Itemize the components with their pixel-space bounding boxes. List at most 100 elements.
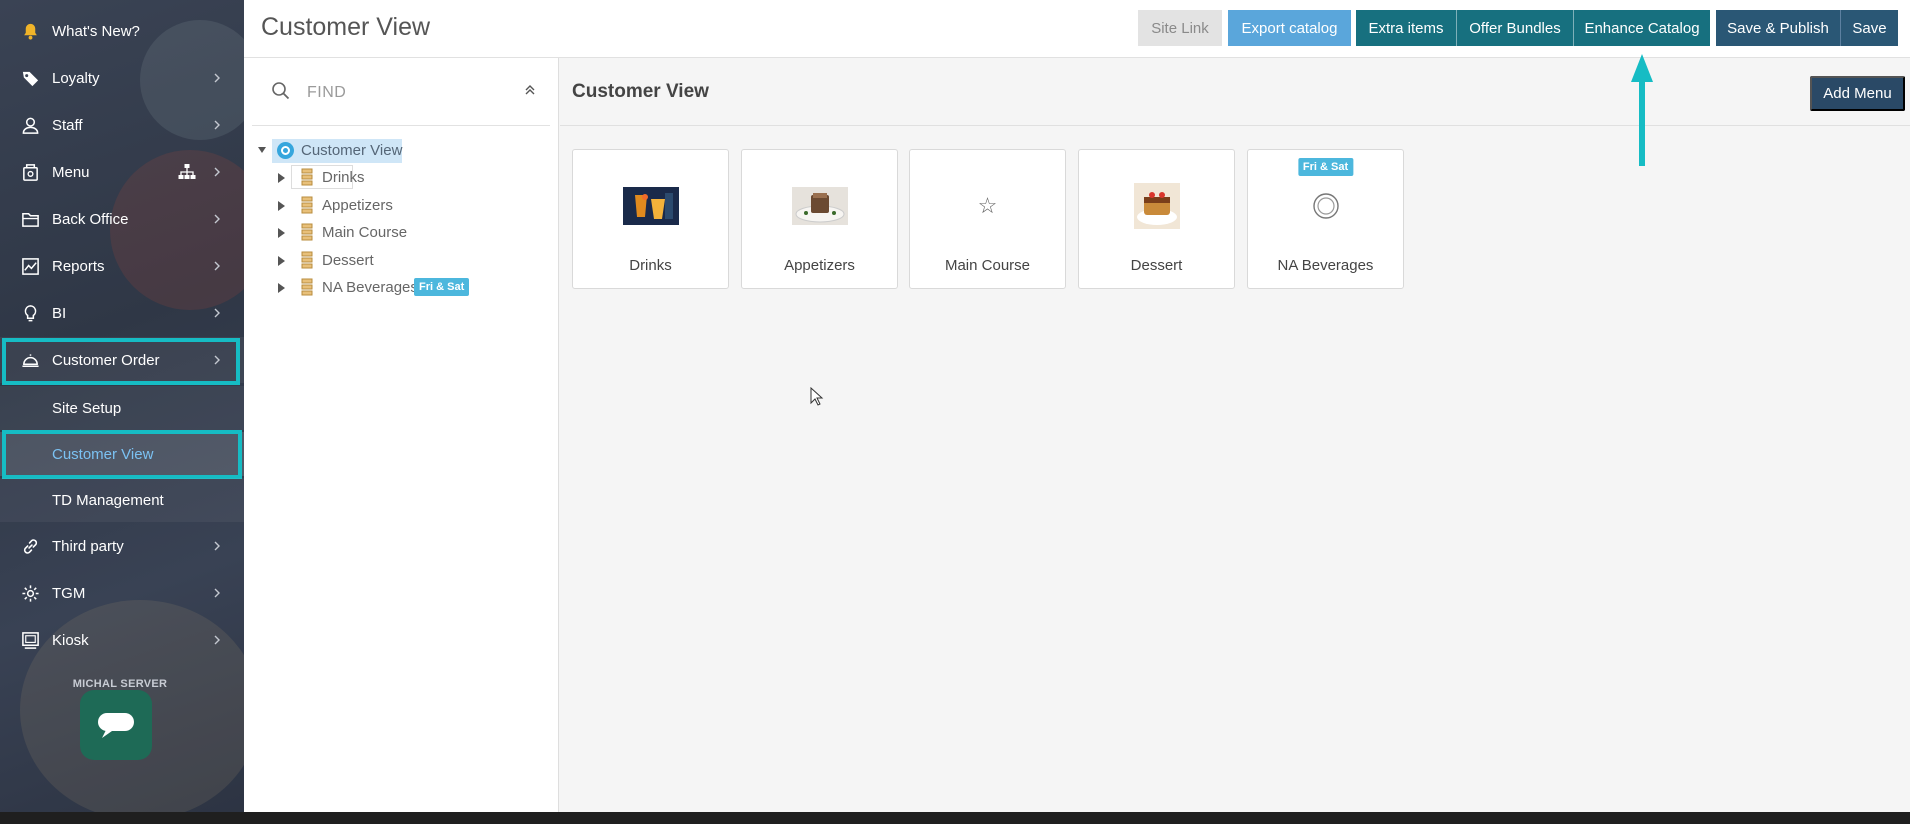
sidebar-item-label: Third party (52, 537, 124, 555)
schedule-badge: Fri & Sat (414, 278, 470, 296)
chart-icon (20, 256, 40, 276)
gear-icon (20, 583, 40, 603)
menu-card-drinks[interactable]: Drinks (572, 149, 729, 289)
annotation-highlight-box (2, 430, 242, 479)
site-link-button[interactable]: Site Link (1138, 10, 1222, 46)
menu-card-label: NA Beverages (1277, 257, 1374, 274)
menu-card-label: Main Course (944, 257, 1031, 274)
sitemap-icon (178, 164, 196, 179)
menu-card-na-beverages[interactable]: Fri & Sat NA Beverages (1247, 149, 1404, 289)
expand-toggle-icon[interactable] (278, 201, 285, 211)
sidebar-item-whats-new[interactable]: What's New? (0, 8, 244, 54)
chat-support-button[interactable] (80, 690, 152, 760)
circle-icon (1298, 186, 1354, 226)
add-menu-button[interactable]: Add Menu (1810, 76, 1905, 111)
sidebar-item-label: Reports (52, 257, 105, 275)
kiosk-icon (20, 630, 40, 650)
chevron-right-icon (214, 635, 220, 645)
mouse-cursor-icon (810, 387, 824, 406)
sidebar-item-label: Staff (52, 116, 83, 134)
chevron-right-icon (214, 73, 220, 83)
database-icon (299, 251, 315, 269)
menu-card-dessert[interactable]: Dessert (1078, 149, 1235, 289)
folder-icon (20, 209, 40, 229)
collapse-up-icon[interactable] (524, 84, 536, 96)
sidebar-item-menu[interactable]: Menu (0, 149, 244, 195)
sidebar-item-loyalty[interactable]: Loyalty (0, 55, 244, 101)
sidebar-subitem-site-setup[interactable]: Site Setup (0, 386, 244, 430)
sidebar-item-staff[interactable]: Staff (0, 102, 244, 148)
chevron-right-icon (214, 308, 220, 318)
search-icon (272, 82, 290, 100)
export-catalog-button[interactable]: Export catalog (1228, 10, 1351, 46)
expand-toggle-icon[interactable] (278, 256, 285, 266)
offer-bundles-button[interactable]: Offer Bundles (1457, 10, 1573, 46)
chevron-right-icon (214, 214, 220, 224)
sidebar-item-label: Menu (52, 163, 90, 181)
sidebar-item-third-party[interactable]: Third party (0, 523, 244, 569)
database-icon (299, 196, 315, 214)
user-icon (20, 115, 40, 135)
schedule-badge: Fri & Sat (1297, 158, 1354, 176)
chevron-right-icon (214, 120, 220, 130)
expand-toggle-icon[interactable] (278, 228, 285, 238)
category-tree-panel: Customer View Drinks Appetizers Main Cou… (244, 58, 559, 812)
sidebar-subitem-td-management[interactable]: TD Management (0, 478, 244, 522)
save-publish-button[interactable]: Save & Publish (1716, 10, 1840, 46)
sidebar-item-kiosk[interactable]: Kiosk (0, 617, 244, 663)
sidebar-item-tgm[interactable]: TGM (0, 570, 244, 616)
sidebar-subitem-label: Site Setup (52, 399, 122, 417)
save-button[interactable]: Save (1841, 10, 1898, 46)
annotation-arrow-icon (1631, 54, 1653, 166)
sidebar-item-label: TGM (52, 584, 86, 602)
taskbar-strip (0, 812, 1910, 824)
content-title: Customer View (572, 81, 709, 102)
tag-icon (20, 68, 40, 88)
star-icon: ☆ (977, 193, 998, 218)
tree-node-label: Dessert (322, 252, 374, 269)
menu-card-main-course[interactable]: ☆ Main Course (909, 149, 1066, 289)
menu-card-label: Dessert (1130, 257, 1183, 274)
tree-node-label: Main Course (322, 224, 408, 241)
chat-bubble-icon (98, 713, 134, 738)
sidebar-item-label: BI (52, 304, 67, 322)
dessert-photo (1129, 183, 1185, 229)
content-divider (560, 125, 1910, 126)
tree-node-label: Appetizers (322, 197, 393, 214)
sidebar-item-label: What's New? (52, 22, 140, 40)
tree-node-label: Customer View (301, 142, 403, 159)
annotation-highlight-box (2, 338, 240, 385)
expand-toggle-icon[interactable] (278, 283, 285, 293)
sidebar-item-label: Back Office (52, 210, 129, 228)
drinks-photo (622, 186, 679, 226)
tree-search-input[interactable] (307, 80, 497, 106)
chevron-right-icon (214, 588, 220, 598)
chevron-right-icon (214, 261, 220, 271)
sidebar-item-reports[interactable]: Reports (0, 243, 244, 289)
menu-card-label: Appetizers (784, 257, 855, 274)
sidebar-item-label: Loyalty (52, 69, 100, 87)
database-icon (299, 223, 315, 241)
lightbulb-icon (20, 303, 40, 323)
menu-card-label: Drinks (629, 257, 672, 274)
database-icon (299, 168, 315, 186)
sidebar-item-back-office[interactable]: Back Office (0, 196, 244, 242)
tree-search-row (252, 58, 550, 126)
menu-card-appetizers[interactable]: Appetizers (741, 149, 898, 289)
sidebar-item-label: Kiosk (52, 631, 89, 649)
enhance-catalog-button[interactable]: Enhance Catalog (1574, 10, 1710, 46)
server-name-label: MICHAL SERVER (72, 678, 168, 690)
extra-items-button[interactable]: Extra items (1356, 10, 1456, 46)
sidebar: What's New? Loyalty Staff Menu Back Offi… (0, 0, 244, 824)
appetizers-photo (791, 186, 848, 226)
expand-toggle-icon[interactable] (258, 147, 266, 153)
expand-toggle-icon[interactable] (278, 173, 285, 183)
bell-icon (20, 21, 40, 41)
database-icon (299, 278, 315, 296)
globe-icon (277, 142, 294, 159)
page-title: Customer View (261, 13, 431, 41)
sidebar-item-bi[interactable]: BI (0, 290, 244, 336)
sidebar-subitem-label: TD Management (52, 491, 164, 509)
tree-node-label: NA Beverages (322, 279, 418, 296)
link-icon (20, 536, 40, 556)
